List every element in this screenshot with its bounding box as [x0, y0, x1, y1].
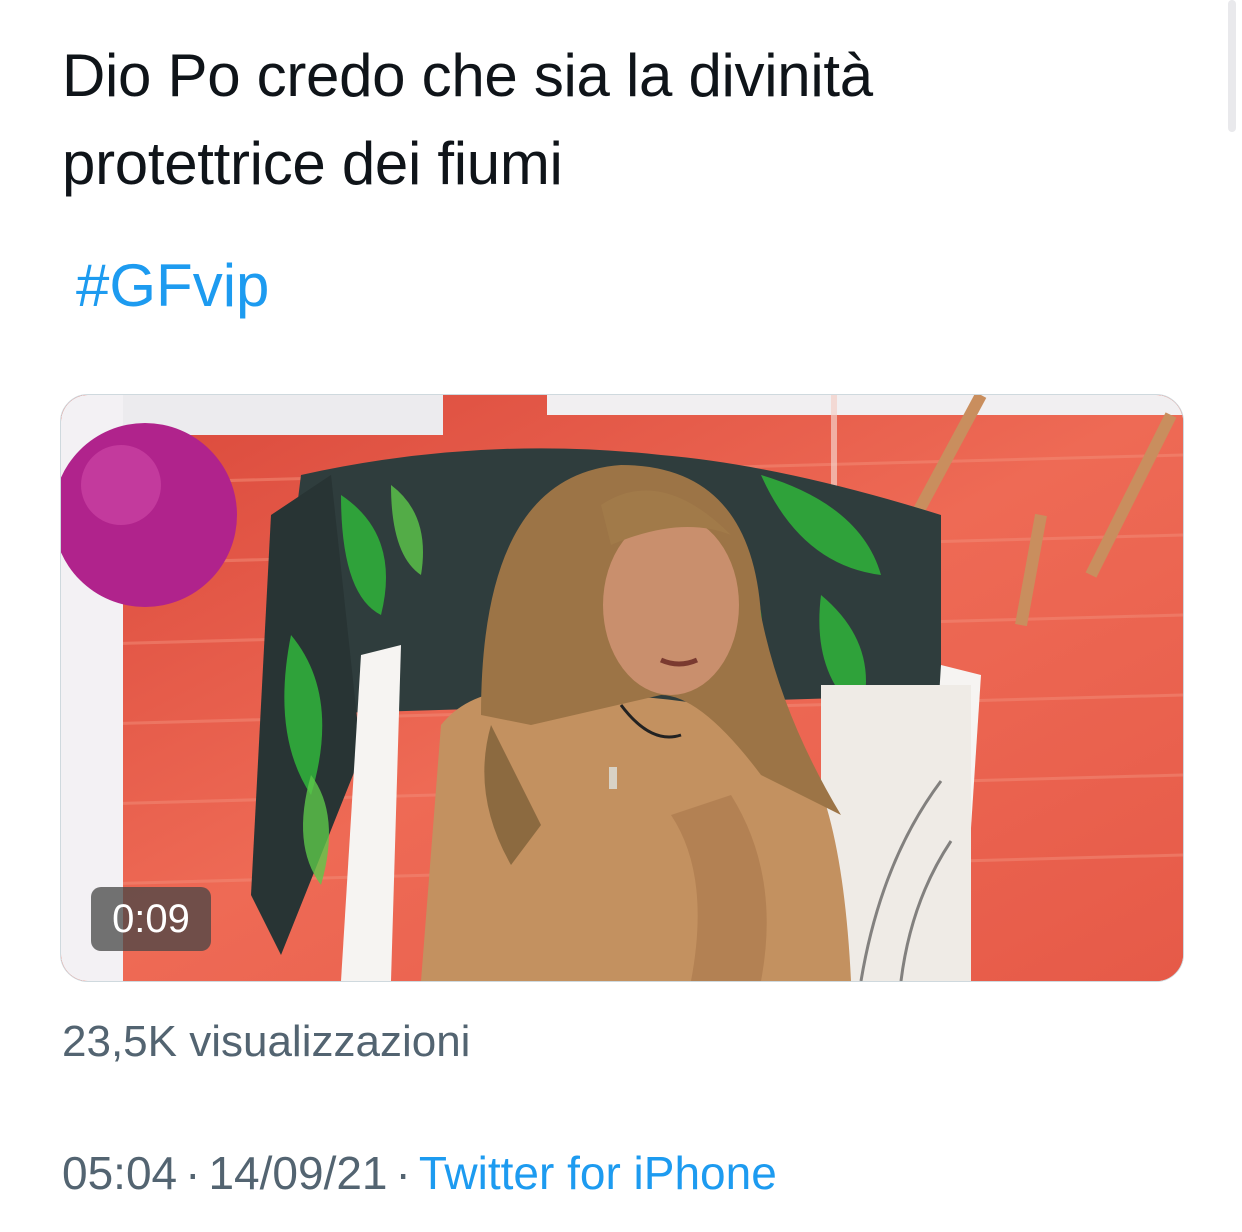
video-duration-badge: 0:09 — [91, 887, 211, 951]
tweet-date[interactable]: 14/09/21 — [208, 1147, 387, 1199]
tweet-meta: 05:04 · 14/09/21 · Twitter for iPhone — [62, 1140, 777, 1206]
tweet-text-line-1: Dio Po credo che sia la divinità — [62, 42, 873, 109]
separator: · — [395, 1147, 411, 1199]
tweet-time[interactable]: 05:04 — [62, 1147, 177, 1199]
hashtag-link[interactable]: #GFvip — [76, 244, 269, 328]
tweet-text: Dio Po credo che sia la divinità protett… — [62, 32, 1182, 208]
separator: · — [185, 1147, 201, 1199]
tweet-text-line-2: protettrice dei fiumi — [62, 130, 563, 197]
video-player[interactable]: 0:09 — [60, 394, 1184, 982]
scrollbar[interactable] — [1228, 0, 1236, 132]
video-thumbnail — [61, 395, 1183, 981]
source-link[interactable]: Twitter for iPhone — [419, 1147, 777, 1199]
view-count: 23,5K visualizzazioni — [62, 1017, 471, 1066]
